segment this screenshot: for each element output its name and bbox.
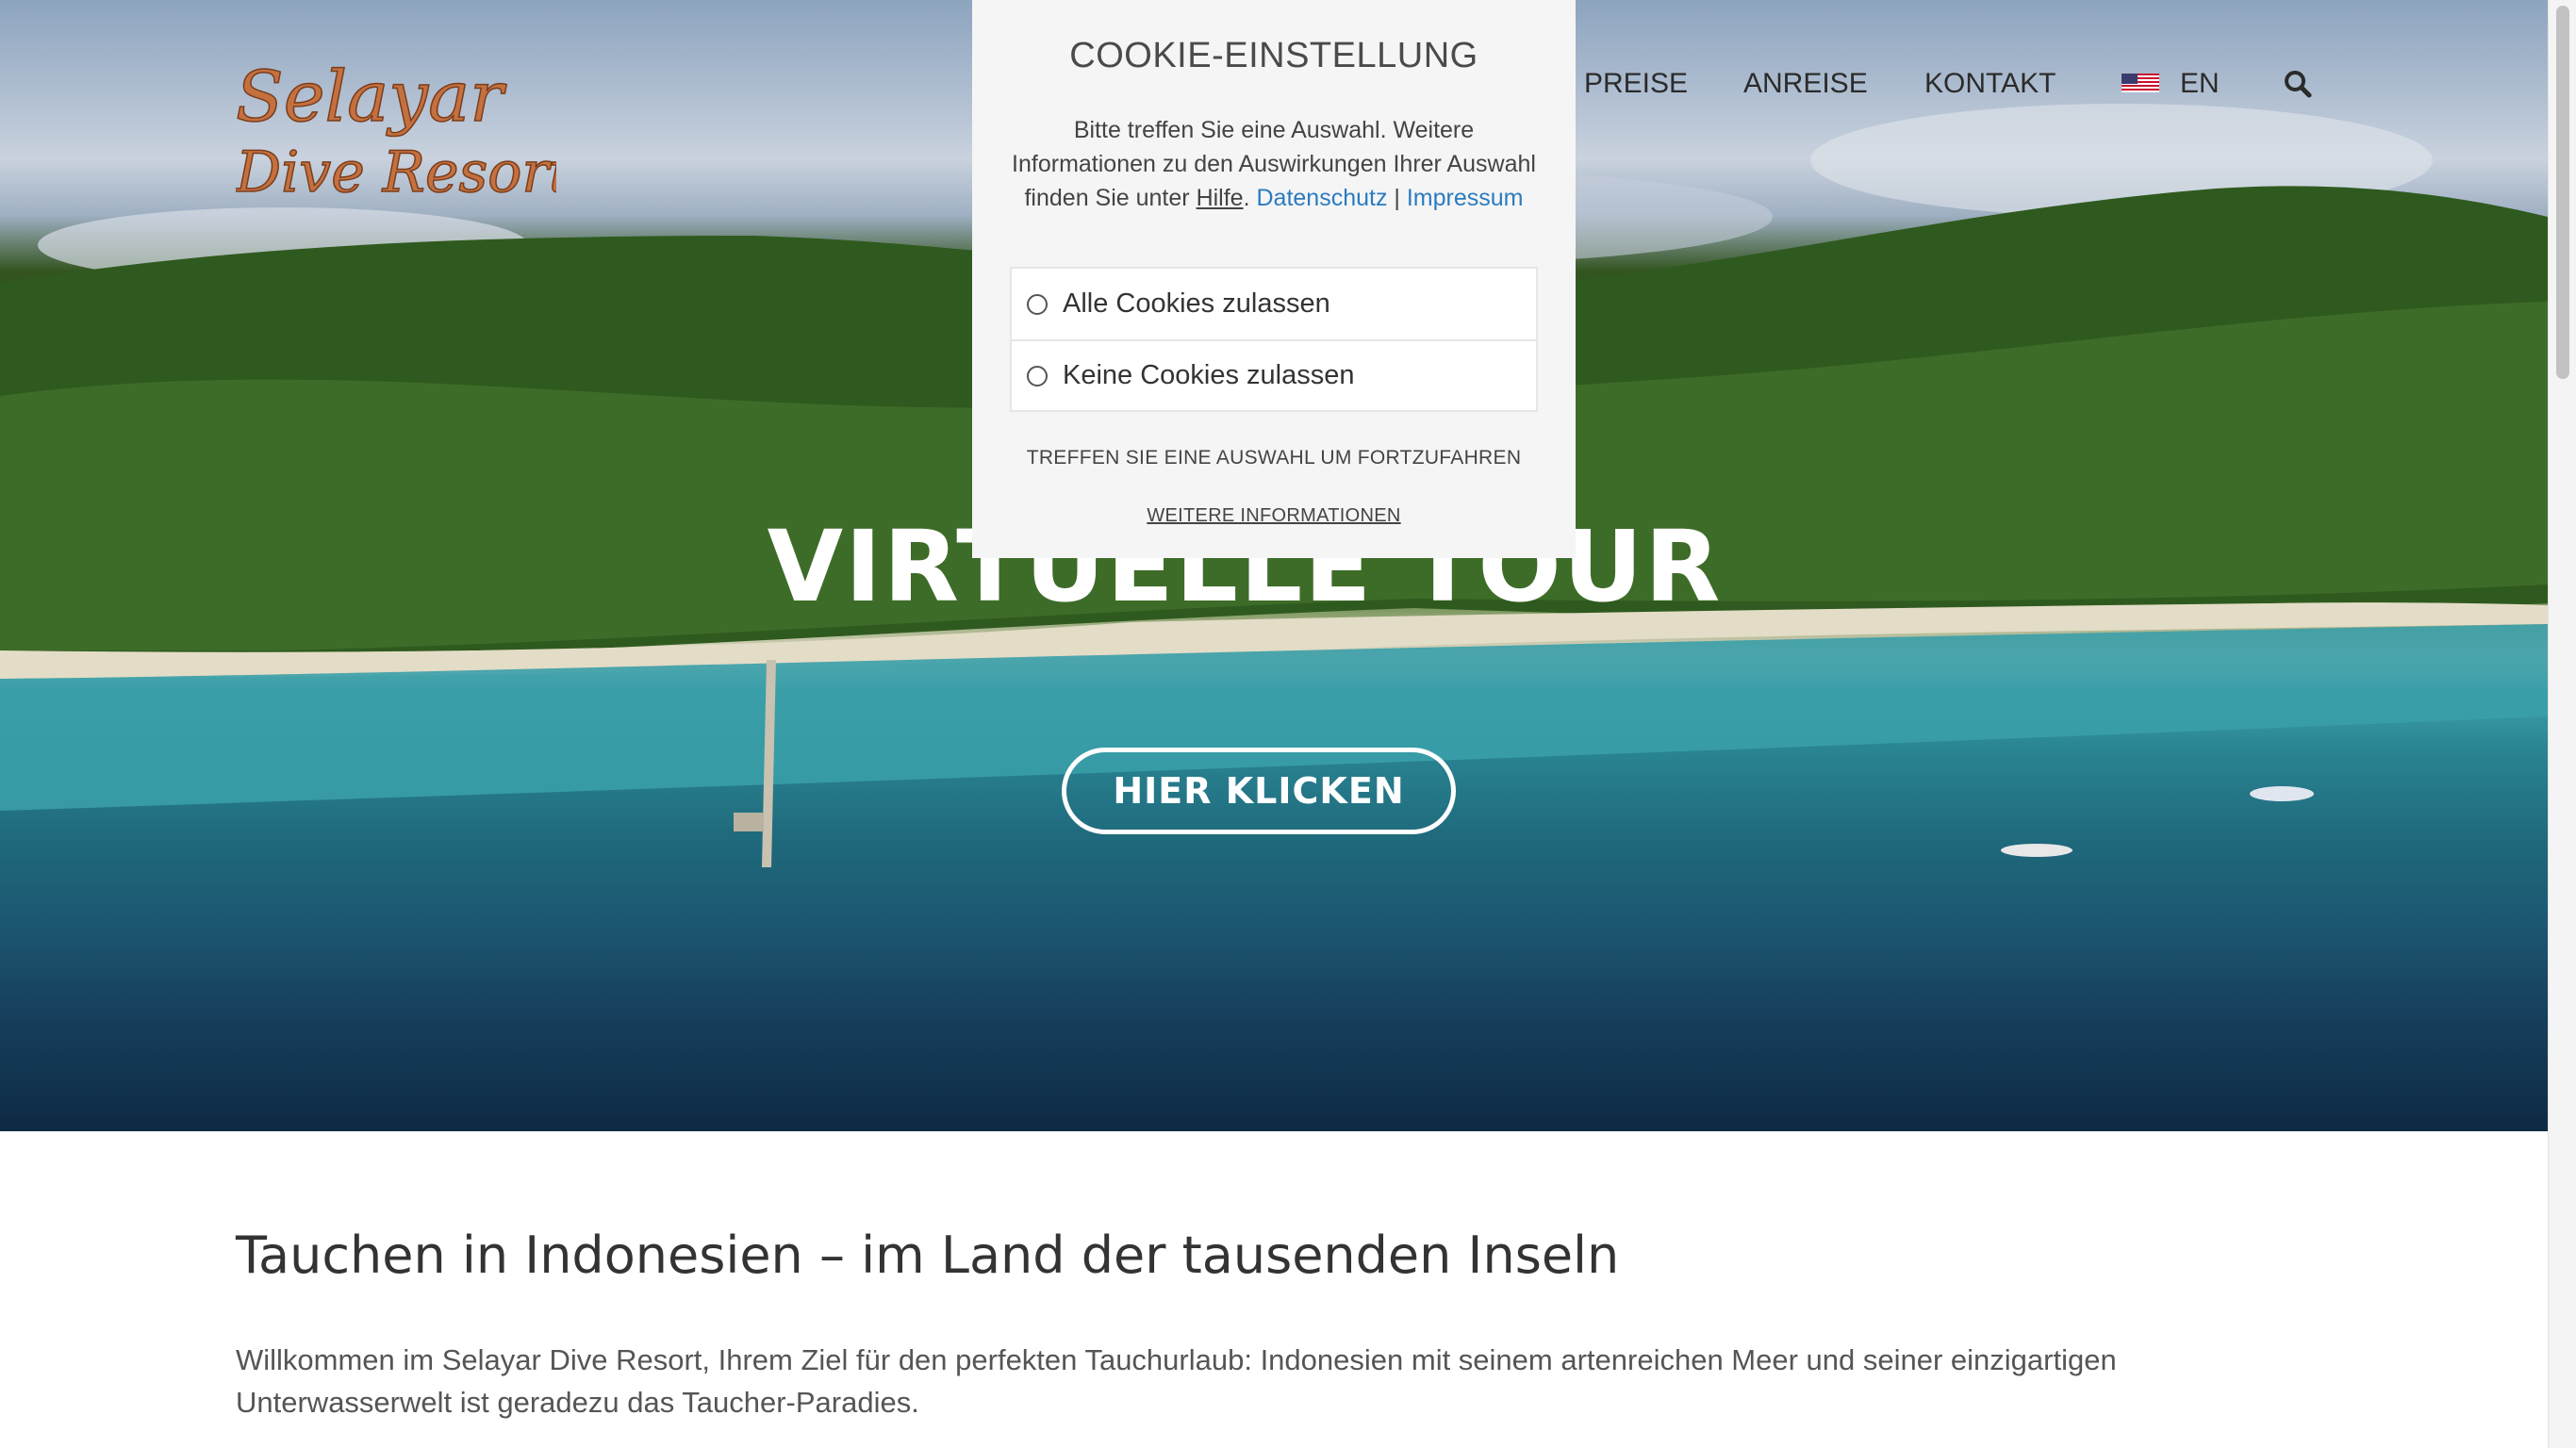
cookie-option-deny-all[interactable]: Keine Cookies zulassen [1012, 339, 1536, 410]
link-separator: | [1394, 185, 1400, 211]
cookie-options: Alle Cookies zulassen Keine Cookies zula… [1010, 267, 1538, 412]
us-flag-icon [2122, 74, 2159, 92]
page-scrollbar[interactable] [2548, 0, 2576, 1448]
radio-icon[interactable] [1027, 365, 1048, 387]
intro-paragraph: Willkommen im Selayar Dive Resort, Ihrem… [236, 1343, 2117, 1419]
help-link[interactable]: Hilfe [1197, 185, 1244, 211]
page: Selayar Dive Resort PREISE ANREISE KONTA… [0, 0, 2576, 1448]
cookie-description: Bitte treffen Sie eine Auswahl. Weitere … [1010, 113, 1538, 215]
cookie-more-info-link[interactable]: WEITERE INFORMATIONEN [972, 505, 1576, 527]
cookie-option-label: Alle Cookies zulassen [1063, 288, 1330, 319]
nav-item-kontakt[interactable]: KONTAKT [1924, 68, 2056, 100]
logo-line1: Selayar [236, 57, 507, 138]
cookie-option-allow-all[interactable]: Alle Cookies zulassen [1012, 269, 1536, 339]
hero-cta-button[interactable]: HIER KLICKEN [1062, 748, 1456, 834]
imprint-link[interactable]: Impressum [1407, 185, 1524, 211]
language-switch[interactable]: EN [2122, 68, 2225, 106]
search-icon[interactable] [2284, 70, 2312, 98]
selayar-logo[interactable]: Selayar Dive Resort [236, 55, 556, 206]
privacy-link[interactable]: Datenschutz [1256, 185, 1387, 211]
logo-line2: Dive Resort [236, 140, 556, 206]
cookie-hint: TREFFEN SIE EINE AUSWAHL UM FORTZUFAHREN [1026, 447, 1522, 469]
cookie-title: COOKIE-EINSTELLUNG [1069, 36, 1478, 75]
cookie-text-dot: . [1243, 185, 1250, 211]
radio-icon[interactable] [1027, 293, 1048, 315]
cookie-dialog: COOKIE-EINSTELLUNG Bitte treffen Sie ein… [972, 0, 1576, 558]
language-label: EN [2180, 68, 2220, 99]
scrollbar-thumb[interactable] [2556, 6, 2569, 379]
cookie-option-label: Keine Cookies zulassen [1063, 360, 1355, 390]
nav-item-anreise[interactable]: ANREISE [1743, 68, 1868, 100]
page-heading: Tauchen in Indonesien – im Land der taus… [236, 1226, 1620, 1285]
nav-item-preise[interactable]: PREISE [1584, 68, 1688, 100]
